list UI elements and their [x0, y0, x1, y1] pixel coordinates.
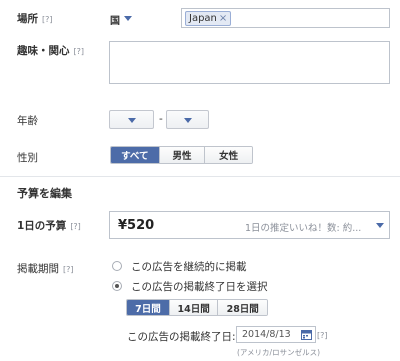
budget-section-title: 予算を編集	[17, 187, 72, 200]
location-token-text: Japan	[189, 13, 217, 24]
interests-input[interactable]	[109, 41, 390, 84]
location-label: 場所 [?]	[17, 11, 53, 26]
chevron-down-icon	[124, 16, 132, 21]
daily-budget-input[interactable]: ¥520 1日の推定いいね！数: 約...	[109, 211, 390, 239]
timezone-note: (アメリカ/ロサンゼルス)	[237, 348, 321, 357]
schedule-option-continuous-text: この広告を継続的に掲載	[131, 261, 247, 273]
daily-budget-label-text: 1日の予算	[17, 220, 67, 232]
daily-budget-label: 1日の予算 [?]	[17, 218, 81, 233]
schedule-label: 掲載期間 [?]	[17, 261, 74, 276]
gender-option-female[interactable]: 女性	[205, 147, 252, 163]
end-date-help[interactable]: [?]	[317, 331, 328, 340]
schedule-help[interactable]: [?]	[63, 265, 74, 274]
interests-label: 趣味・関心 [?]	[17, 43, 84, 58]
daily-budget-help[interactable]: [?]	[70, 222, 81, 231]
duration-option-28[interactable]: 28日間	[218, 300, 267, 315]
duration-option-14[interactable]: 14日間	[169, 300, 219, 315]
gender-option-all[interactable]: すべて	[111, 147, 160, 163]
calendar-icon[interactable]	[301, 329, 312, 340]
duration-segmented-control: 7日間 14日間 28日間	[126, 299, 268, 316]
radio-continuous[interactable]	[112, 261, 122, 271]
schedule-option-end-date-text: この広告の掲載終了日を選択	[131, 281, 268, 293]
location-token: Japan ×	[185, 11, 232, 26]
age-separator: -	[159, 113, 163, 125]
location-input[interactable]: Japan ×	[181, 8, 390, 28]
location-label-text: 場所	[17, 13, 38, 25]
remove-token-icon[interactable]: ×	[219, 13, 227, 24]
location-scope-value: 国	[110, 16, 120, 27]
end-date-input[interactable]: 2014/8/13	[236, 326, 316, 343]
interests-help[interactable]: [?]	[74, 47, 85, 56]
location-help[interactable]: [?]	[42, 15, 53, 24]
chevron-down-icon	[184, 118, 192, 123]
duration-option-7[interactable]: 7日間	[127, 300, 170, 315]
end-date-label: この広告の掲載終了日:	[127, 331, 236, 343]
daily-budget-estimate: 1日の推定いいね！数: 約...	[245, 223, 362, 234]
chevron-down-icon	[128, 118, 136, 123]
interests-label-text: 趣味・関心	[17, 45, 70, 57]
chevron-down-icon[interactable]	[376, 223, 384, 228]
gender-segmented-control: すべて 男性 女性	[110, 146, 253, 164]
schedule-option-continuous[interactable]: この広告を継続的に掲載	[112, 259, 362, 273]
age-max-dropdown[interactable]	[166, 110, 209, 129]
age-min-dropdown[interactable]	[109, 110, 154, 129]
gender-option-male[interactable]: 男性	[159, 147, 206, 163]
location-scope-dropdown[interactable]: 国	[110, 12, 140, 27]
section-divider	[0, 176, 400, 177]
gender-label: 性別	[17, 152, 38, 164]
end-date-value: 2014/8/13	[242, 329, 291, 340]
schedule-label-text: 掲載期間	[17, 263, 59, 275]
daily-budget-amount: ¥520	[118, 218, 155, 233]
schedule-option-end-date[interactable]: この広告の掲載終了日を選択	[112, 279, 362, 293]
age-label: 年齢	[17, 115, 38, 127]
radio-end-date[interactable]	[112, 281, 122, 291]
